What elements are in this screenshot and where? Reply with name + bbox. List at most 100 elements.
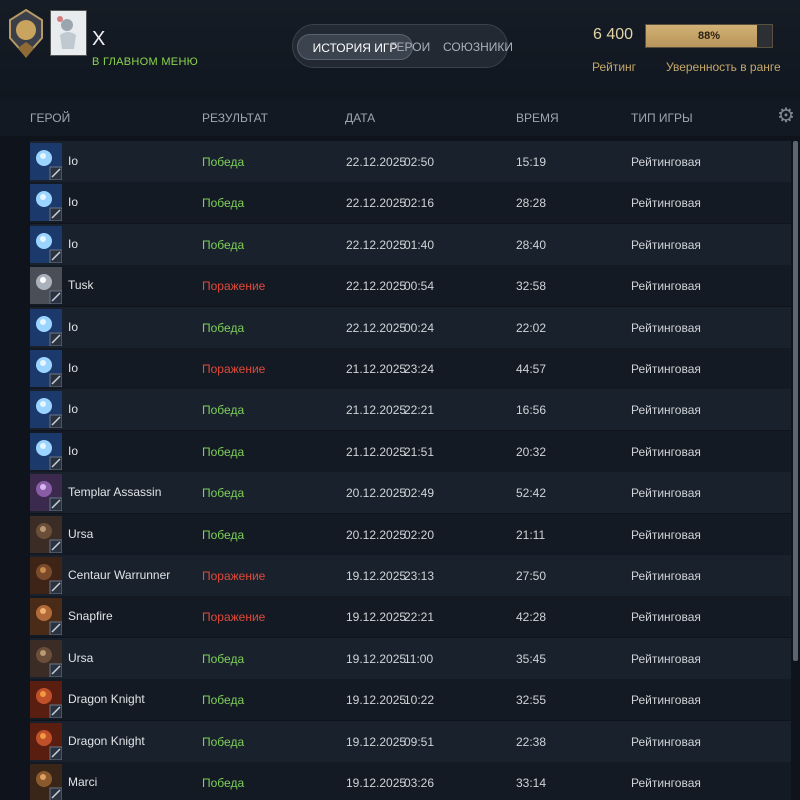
table-row[interactable]: Io Победа 22.12.2025 02:50 15:19 Рейтинговая <box>30 141 791 182</box>
hero-name: Io <box>68 195 79 210</box>
rank-badge-icon[interactable] <box>6 8 46 60</box>
match-date: 20.12.2025 <box>346 527 407 542</box>
game-mode: Рейтинговая <box>631 486 701 501</box>
match-start-time: 02:50 <box>404 155 435 169</box>
game-mode: Рейтинговая <box>631 155 701 169</box>
match-date: 22.12.2025 <box>346 196 407 211</box>
game-mode: Рейтинговая <box>631 279 701 294</box>
hero-name: Ursa <box>68 526 94 541</box>
match-start-time: 22:21 <box>404 610 435 625</box>
table-row[interactable]: Io Победа 21.12.2025 21:51 20:32 Рейтинговая <box>30 430 791 472</box>
gear-icon[interactable]: ⚙ <box>776 106 796 126</box>
game-mode: Рейтинговая <box>631 403 701 418</box>
match-start-time: 02:20 <box>404 527 435 542</box>
table-row[interactable]: Ursa Победа 19.12.2025 11:00 35:45 Рейтингова… <box>30 637 791 679</box>
hero-name: Io <box>68 361 79 375</box>
table-row[interactable]: Dragon Knight Победа 19.12.2025 09:51 22:38 Р… <box>30 720 791 762</box>
hero-portrait-icon <box>30 225 62 263</box>
game-mode: Рейтинговая <box>631 776 701 790</box>
hero-name: Dragon Knight <box>68 692 145 707</box>
match-date: 21.12.2025 <box>346 403 407 418</box>
column-duration[interactable]: ВРЕМЯ <box>516 111 559 125</box>
hero-name: Ursa <box>68 650 94 665</box>
match-start-time: 00:24 <box>404 320 435 335</box>
match-duration: 22:02 <box>516 320 547 335</box>
table-row[interactable]: Centaur Warrunner Поражение 19.12.2025 23:1… <box>30 555 791 596</box>
rank-confidence-label: Уверенность в ранге <box>666 60 781 74</box>
rank-confidence-percent: 88% <box>697 30 721 42</box>
column-result[interactable]: РЕЗУЛЬТАТ <box>202 111 268 125</box>
scrollbar[interactable] <box>793 141 798 661</box>
game-mode: Рейтинговая <box>631 320 701 335</box>
hero-portrait-icon <box>30 474 62 512</box>
hero-portrait-icon <box>30 764 62 800</box>
rating-value: 6 400 <box>593 26 634 43</box>
match-start-time: 23:24 <box>404 362 435 376</box>
table-row[interactable]: Tusk Поражение 22.12.2025 00:54 32:58 Рейтинг… <box>30 265 791 307</box>
table-row[interactable]: Io Победа 22.12.2025 02:16 28:28 Рейтинговая <box>30 182 791 224</box>
tab-bar: ИСТОРИЯ ИГР ГЕРОИ СОЮЗНИКИ <box>292 24 513 68</box>
tab-heroes[interactable]: ГЕРОИ <box>390 34 430 60</box>
match-start-time: 03:26 <box>404 776 435 790</box>
hero-portrait-icon <box>30 391 62 429</box>
hero-name: Snapfire <box>68 609 113 624</box>
hero-name: Templar Assassin <box>68 485 162 500</box>
table-row[interactable]: Templar Assassin Победа 20.12.2025 02:49 52:… <box>30 472 791 514</box>
player-name: X <box>92 28 106 50</box>
hero-portrait-icon <box>30 598 62 636</box>
hero-portrait-icon <box>30 639 62 677</box>
hero-name: Io <box>68 236 79 251</box>
match-duration: 52:42 <box>516 486 547 501</box>
match-start-time: 10:22 <box>404 693 435 708</box>
table-row[interactable]: Marci Победа 19.12.2025 03:26 33:14 Рейтингов… <box>30 762 791 800</box>
hero-name: Marci <box>68 775 98 789</box>
player-status: В ГЛАВНОМ МЕНЮ <box>92 56 199 68</box>
hero-portrait-icon <box>30 515 62 553</box>
column-hero[interactable]: ГЕРОЙ <box>30 111 70 125</box>
column-date[interactable]: ДАТА <box>345 111 375 125</box>
game-mode: Рейтинговая <box>631 734 701 749</box>
match-duration: 35:45 <box>516 651 547 666</box>
game-mode: Рейтинговая <box>631 569 701 583</box>
hero-portrait-icon <box>30 143 62 180</box>
match-duration: 20:32 <box>516 444 547 459</box>
match-result: Победа <box>202 693 245 708</box>
table-row[interactable]: Snapfire Поражение 19.12.2025 22:21 42:28 Рей… <box>30 596 791 638</box>
match-result: Победа <box>202 403 245 418</box>
hero-portrait-icon <box>30 681 62 719</box>
match-start-time: 11:00 <box>404 651 434 666</box>
match-result: Победа <box>202 486 245 501</box>
table-header: ГЕРОЙ РЕЗУЛЬТАТ ДАТА ВРЕМЯ ТИП ИГРЫ <box>0 100 800 136</box>
avatar-art-icon <box>57 16 76 49</box>
match-duration: 21:11 <box>516 527 546 542</box>
game-mode: Рейтинговая <box>631 651 701 666</box>
match-result: Победа <box>202 237 245 252</box>
match-duration: 32:55 <box>516 693 547 708</box>
table-row[interactable]: Io Победа 22.12.2025 01:40 28:40 Рейтинговая <box>30 223 791 265</box>
match-result: Победа <box>202 527 245 542</box>
table-row[interactable]: Io Победа 22.12.2025 00:24 22:02 Рейтинговая <box>30 306 791 348</box>
hero-name: Io <box>68 319 79 334</box>
match-result: Поражение <box>202 569 266 583</box>
match-duration: 32:58 <box>516 279 547 294</box>
match-start-time: 00:54 <box>404 279 435 294</box>
table-row[interactable]: Ursa Победа 20.12.2025 02:20 21:11 Рейтингова… <box>30 513 791 555</box>
hero-portrait-icon <box>30 267 62 305</box>
table-row[interactable]: Io Поражение 21.12.2025 23:24 44:57 Рейтингов… <box>30 348 791 389</box>
game-mode: Рейтинговая <box>631 527 701 542</box>
match-date: 22.12.2025 <box>346 237 407 252</box>
rank-confidence-bar: 88% <box>645 24 773 48</box>
match-date: 19.12.2025 <box>346 610 407 625</box>
game-mode: Рейтинговая <box>631 362 701 376</box>
hero-name: Io <box>68 402 79 417</box>
table-row[interactable]: Io Победа 21.12.2025 22:21 16:56 Рейтинговая <box>30 389 791 431</box>
table-row[interactable]: Dragon Knight Победа 19.12.2025 10:22 32:55 Р… <box>30 679 791 721</box>
tab-allies[interactable]: СОЮЗНИКИ <box>443 34 513 60</box>
match-date: 22.12.2025 <box>346 279 407 294</box>
match-result: Победа <box>202 651 245 666</box>
column-game-mode[interactable]: ТИП ИГРЫ <box>631 111 693 125</box>
player-avatar[interactable] <box>50 10 87 56</box>
hero-name: Io <box>68 154 79 168</box>
match-date: 19.12.2025 <box>346 569 407 583</box>
match-start-time: 22:21 <box>404 403 435 418</box>
